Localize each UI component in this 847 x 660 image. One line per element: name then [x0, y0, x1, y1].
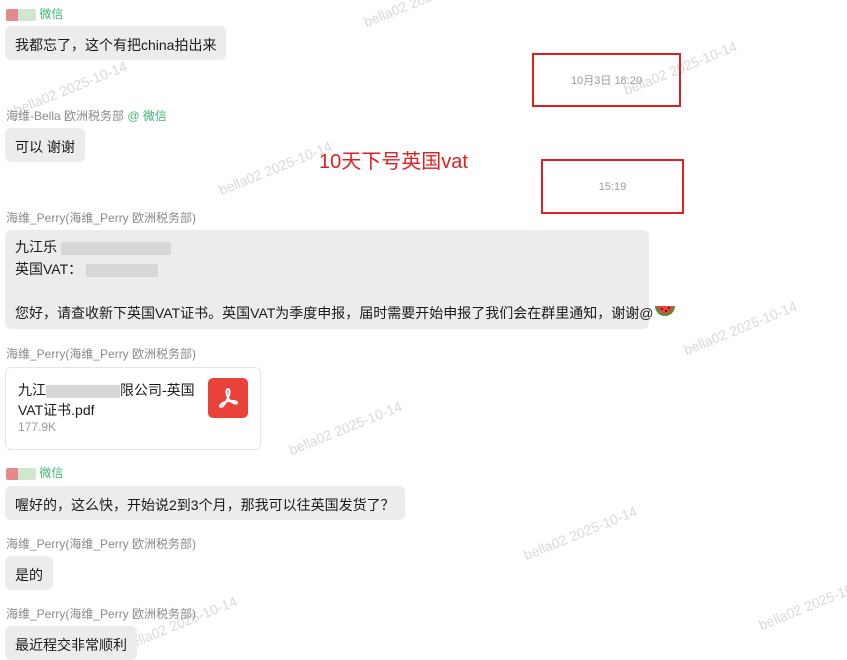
message-bubble[interactable]: 喔好的，这么快，开始说2到3个月，那我可以往英国发货了？	[5, 486, 405, 520]
message-sender: 海维-Bella 欧洲税务部 @ 微信	[6, 107, 167, 124]
file-attachment[interactable]: 九江 限公司-英国 VAT证书.pdf 177.9K	[5, 367, 261, 450]
message-sender: 海维_Perry(海维_Perry 欧洲税务部)	[6, 535, 196, 552]
message-sender: 海维_Perry(海维_Perry 欧洲税务部)	[6, 345, 196, 362]
sender-name: 海维_Perry(海维_Perry 欧洲税务部)	[6, 211, 197, 225]
blurred-sender-name	[6, 8, 36, 21]
message-text: 我都忘了，这个有把china拍出来	[15, 37, 217, 53]
pdf-icon	[208, 378, 248, 418]
annotation-text: 10天下号英国vat	[319, 151, 468, 173]
wechat-label: @ 微信	[127, 109, 167, 123]
watermelon-emoji	[654, 303, 676, 325]
message-text: 九江乐	[15, 239, 57, 255]
message-bubble[interactable]: 我都忘了，这个有把china拍出来	[5, 26, 227, 60]
message-bubble[interactable]: 九江乐 英国VAT： 您好，请查收新下英国VAT证书。英国VAT为季度申报，届时…	[5, 230, 675, 329]
sender-name: 海维_Perry(海维_Perry 欧洲税务部)	[6, 607, 197, 621]
wechat-label: 微信	[39, 466, 64, 480]
file-size: 177.9K	[18, 420, 57, 434]
sender-name: 海维_Perry(海维_Perry 欧洲税务部)	[6, 537, 197, 551]
message-line: 九江乐	[15, 236, 639, 258]
watermark: bella02 2025-10-14	[756, 572, 847, 634]
sender-name: 海维_Perry(海维_Perry 欧洲税务部)	[6, 347, 197, 361]
watermark: bella02 2025-10-14	[681, 297, 800, 359]
file-name-part: VAT证书.pdf	[18, 402, 95, 418]
message-bubble[interactable]: 最近程交非常顺利	[5, 626, 137, 660]
file-name-part: 九江	[18, 382, 46, 398]
message-line: 英国VAT：	[15, 258, 639, 280]
wechat-label: 微信	[39, 7, 64, 21]
file-name: 九江 限公司-英国 VAT证书.pdf	[18, 380, 198, 420]
timestamp: 10月3日 18:20	[571, 75, 642, 87]
blurred-text	[46, 384, 120, 398]
file-name-part: 限公司-英国	[120, 382, 195, 398]
message-sender: 微信	[6, 464, 63, 481]
message-text: 您好，请查收新下英国VAT证书。英国VAT为季度申报，届时需要开始申报了我们会在…	[15, 305, 654, 321]
message-text: 可以 谢谢	[15, 139, 75, 155]
blurred-sender-name	[6, 467, 36, 480]
watermark: bella02 2025-10-14	[521, 502, 640, 564]
blurred-text	[86, 263, 159, 277]
blurred-text	[60, 241, 171, 255]
timestamp: 15:19	[598, 180, 627, 193]
message-sender: 微信	[6, 5, 63, 22]
message-text: 是的	[15, 567, 43, 583]
timestamp-highlight: 15:19	[541, 159, 684, 214]
message-text: 喔好的，这么快，开始说2到3个月，那我可以往英国发货了？	[15, 497, 395, 513]
sender-name: 海维-Bella 欧洲税务部	[6, 109, 125, 123]
watermark: bella02 2025-10-14	[216, 137, 335, 199]
timestamp-highlight: 10月3日 18:20	[532, 53, 681, 107]
message-line: 您好，请查收新下英国VAT证书。英国VAT为季度申报，届时需要开始申报了我们会在…	[15, 302, 675, 325]
message-text: 最近程交非常顺利	[15, 637, 127, 653]
message-bubble[interactable]: 可以 谢谢	[5, 128, 85, 162]
watermark: bella02 2025-10-14	[361, 0, 480, 31]
message-bubble[interactable]: 是的	[5, 556, 53, 590]
watermark: bella02 2025-10-14	[121, 592, 240, 654]
message-text: 英国VAT：	[15, 261, 83, 277]
message-sender: 海维_Perry(海维_Perry 欧洲税务部)	[6, 209, 196, 226]
watermark: bella02 2025-10-14	[286, 397, 405, 459]
message-sender: 海维_Perry(海维_Perry 欧洲税务部)	[6, 605, 196, 622]
